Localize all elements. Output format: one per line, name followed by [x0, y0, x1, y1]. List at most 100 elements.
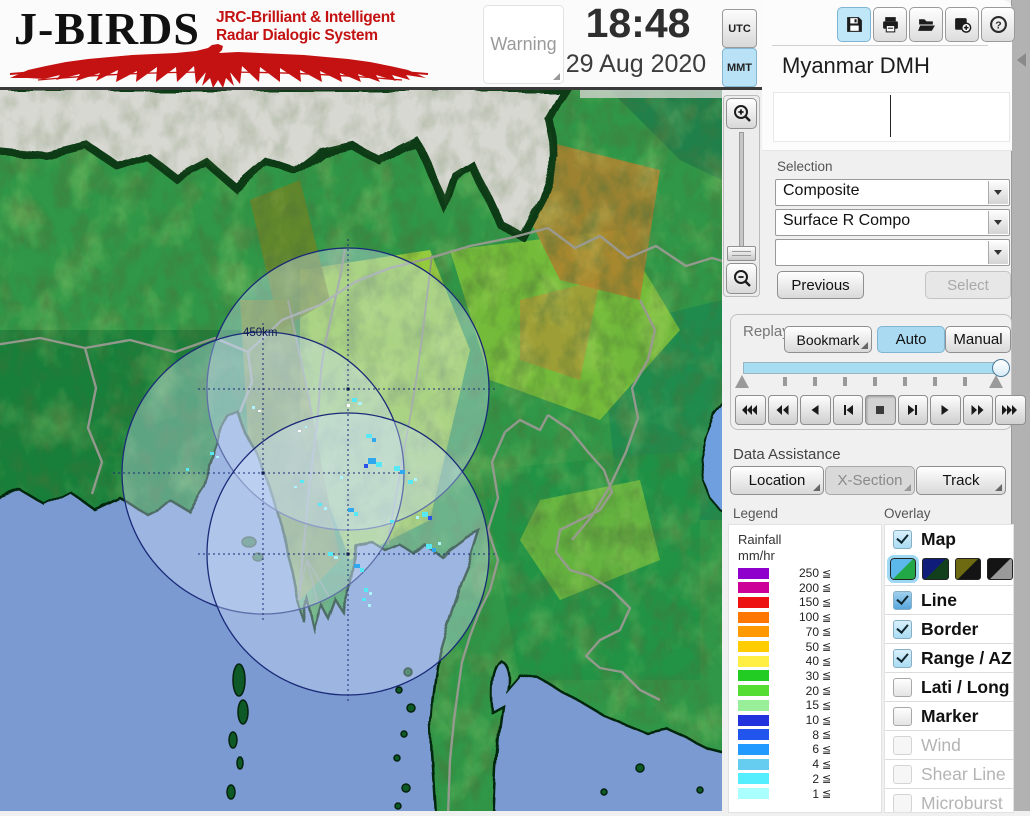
dropdown-value: Composite [783, 182, 860, 199]
help-button[interactable]: ? [981, 7, 1015, 42]
bookmark-button[interactable]: Bookmark [784, 326, 872, 353]
replay-group: Replay Bookmark Auto Manual [730, 314, 1026, 430]
zoom-slider-track[interactable] [739, 132, 744, 260]
checkbox-checked-icon[interactable] [893, 619, 912, 639]
info-box[interactable] [773, 92, 1010, 142]
control-panel: ? Myanmar DMH Selection Composite Surfac… [722, 0, 1030, 813]
rewind-button[interactable] [767, 395, 798, 425]
print-icon [882, 17, 898, 33]
open-file-button[interactable] [909, 7, 943, 42]
stop-icon [876, 406, 885, 414]
checkbox-checked-icon[interactable] [893, 529, 912, 549]
app-header: J-BIRDS JRC-Brilliant & Intelligent Rada… [0, 0, 762, 90]
timezone-mmt-button[interactable]: MMT [722, 48, 757, 87]
overlay-item-border[interactable]: Border [885, 614, 1013, 643]
legend-title: Rainfall [738, 532, 782, 547]
overlay-item-line[interactable]: Line [885, 585, 1013, 614]
step-back-icon [843, 405, 853, 415]
checkbox-disabled-icon [893, 793, 912, 812]
slider-fill [744, 363, 1002, 373]
toolbar: ? [837, 7, 1015, 42]
chevron-down-icon[interactable] [988, 241, 1008, 264]
legend-swatch [738, 655, 769, 667]
play-icon [941, 405, 949, 415]
range-ring-label: 450km [243, 327, 278, 339]
track-button[interactable]: Track [916, 466, 1006, 495]
previous-button[interactable]: Previous [777, 271, 864, 299]
warning-button-label: Warning [490, 34, 557, 54]
map-style-black-gray[interactable] [986, 558, 1013, 580]
legend-swatch [738, 626, 769, 638]
overlay-item-map[interactable]: Map [885, 525, 1013, 553]
timezone-utc-button[interactable]: UTC [722, 9, 757, 48]
clock-time: 18:48 [585, 0, 691, 46]
overlay-item-range-az[interactable]: Range / AZ [885, 643, 1013, 672]
dropdown-composite[interactable]: Composite [775, 179, 1010, 206]
checkbox-checked-icon[interactable] [893, 648, 912, 668]
map-style-olive-black[interactable] [954, 558, 981, 580]
eagle-logo-icon [9, 44, 429, 88]
dropdown-product[interactable]: Surface R Compo [775, 209, 1010, 236]
legend-swatch [738, 714, 769, 726]
play-reverse-icon [811, 405, 819, 415]
legend-swatch [738, 611, 769, 623]
app-logo-tagline: JRC-Brilliant & Intelligent Radar Dialog… [216, 9, 395, 44]
add-view-button[interactable] [945, 7, 979, 42]
step-forward-icon [907, 405, 917, 415]
x-section-button[interactable]: X-Section [825, 466, 915, 495]
stop-button[interactable] [865, 395, 896, 425]
save-button[interactable] [837, 7, 871, 42]
legend-swatch [738, 773, 769, 785]
overlay-item-marker[interactable]: Marker [885, 701, 1013, 730]
fastest-forward-button[interactable] [995, 395, 1026, 425]
chevron-down-icon[interactable] [988, 211, 1008, 234]
overlay-item-lati-long[interactable]: Lati / Long [885, 672, 1013, 701]
print-button[interactable] [873, 7, 907, 42]
overlay-panel: Map Line Border Range / AZ Lati / Long M… [884, 524, 1014, 813]
step-back-button[interactable] [832, 395, 863, 425]
map-style-blue-green[interactable] [886, 555, 920, 583]
play-reverse-button[interactable] [800, 395, 831, 425]
fastest-forward-icon [1002, 405, 1018, 415]
checkbox-disabled-icon [893, 764, 912, 784]
dropdown-empty[interactable] [775, 239, 1010, 266]
slider-end-marker[interactable] [989, 375, 1003, 388]
auto-mode-button[interactable]: Auto [877, 326, 945, 353]
slider-tick [783, 377, 787, 386]
clock-date: 29 Aug 2020 [565, 50, 707, 78]
checkbox-checked-icon[interactable] [893, 590, 912, 610]
zoom-in-icon [733, 104, 751, 122]
radar-map[interactable]: 450km [0, 84, 728, 816]
manual-mode-button[interactable]: Manual [945, 326, 1011, 353]
fast-rewind-button[interactable] [735, 395, 766, 425]
legend-swatch [738, 670, 769, 682]
select-button[interactable]: Select [925, 271, 1011, 299]
step-forward-button[interactable] [897, 395, 928, 425]
legend-swatch [738, 582, 769, 594]
zoom-out-button[interactable] [726, 263, 757, 294]
replay-slider[interactable] [743, 359, 1010, 377]
legend-swatch [738, 743, 769, 755]
zoom-in-button[interactable] [726, 98, 757, 129]
legend-swatch [738, 685, 769, 697]
play-button[interactable] [930, 395, 961, 425]
legend-swatch [738, 729, 769, 741]
location-button[interactable]: Location [730, 466, 824, 495]
collapse-panel-icon[interactable] [1017, 53, 1026, 67]
chevron-down-icon[interactable] [988, 181, 1008, 204]
legend-swatch [738, 788, 769, 799]
map-zoom-widget [723, 95, 760, 297]
rainfall-legend: Rainfall mm/hr 250 ≦ 200 ≦ 150 ≦ 100 ≦ 70 ≦ 5… [728, 524, 882, 813]
checkbox-unchecked-icon[interactable] [893, 706, 912, 726]
checkbox-disabled-icon [893, 735, 912, 755]
zoom-slider-handle[interactable] [727, 246, 756, 261]
map-style-navy-darkgreen[interactable] [922, 558, 949, 580]
checkbox-unchecked-icon[interactable] [893, 677, 912, 697]
text-cursor [890, 95, 891, 137]
slider-start-marker[interactable] [735, 375, 749, 388]
legend-swatch [738, 699, 769, 711]
fast-forward-button[interactable] [962, 395, 993, 425]
divider [772, 45, 988, 46]
legend-swatch [738, 641, 769, 652]
legend-swatch [738, 596, 769, 608]
